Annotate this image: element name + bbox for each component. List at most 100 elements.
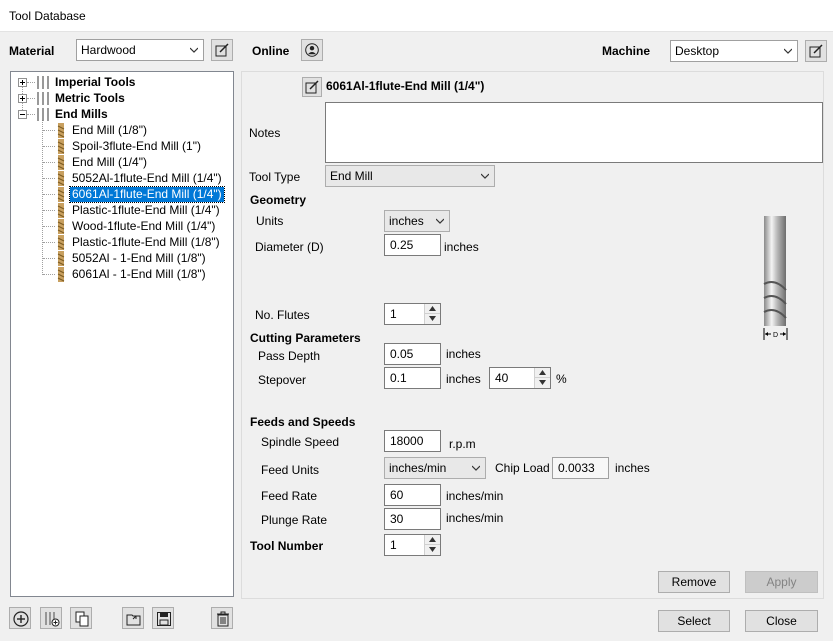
import-button[interactable] <box>122 607 144 629</box>
spin-down-button[interactable] <box>425 545 440 555</box>
tree-item-label: Plastic-1flute-End Mill (1/4") <box>72 203 220 217</box>
spindle-speed-input[interactable]: 18000 <box>384 430 441 452</box>
tree-item-label: Spoil-3flute-End Mill (1") <box>72 139 201 153</box>
tree-item-label: 6061Al - 1-End Mill (1/8") <box>72 267 206 281</box>
tree-connector <box>27 98 35 99</box>
end-mill-icon <box>57 219 65 234</box>
notes-label: Notes <box>249 126 281 140</box>
copy-tool-button[interactable] <box>70 607 92 629</box>
end-mill-icon <box>57 155 65 170</box>
spin-down-button[interactable] <box>425 314 440 324</box>
material-select[interactable]: Hardwood <box>76 39 204 61</box>
edit-icon <box>809 44 823 58</box>
add-tool-button[interactable] <box>9 607 31 629</box>
expand-icon[interactable] <box>18 94 27 103</box>
spin-up-button[interactable] <box>425 535 440 545</box>
machine-select[interactable]: Desktop <box>670 40 798 62</box>
spin-up-button[interactable] <box>425 304 440 314</box>
feed-rate-input[interactable]: 60 <box>384 484 441 506</box>
chevron-down-icon <box>190 47 198 53</box>
expand-icon[interactable] <box>18 78 27 87</box>
end-mill-diagram: D <box>763 216 788 340</box>
chip-load-value: 0.0033 <box>552 457 609 479</box>
diameter-input[interactable]: 0.25 <box>384 234 441 256</box>
spin-buttons <box>424 304 440 324</box>
end-mill-icon <box>57 139 65 154</box>
feed-units-select[interactable]: inches/min <box>384 457 486 479</box>
end-mill-icon <box>57 267 65 282</box>
add-icon <box>13 611 29 627</box>
edit-icon <box>215 43 229 57</box>
flutes-spinbox[interactable]: 1 <box>384 303 441 325</box>
plunge-rate-label: Plunge Rate <box>261 513 328 527</box>
delete-button[interactable] <box>211 607 233 629</box>
chevron-down-icon <box>429 547 436 552</box>
online-account-button[interactable] <box>301 39 323 61</box>
feed-rate-unit: inches/min <box>446 489 504 503</box>
collapse-icon[interactable] <box>18 110 27 119</box>
flutes-value: 1 <box>390 307 397 321</box>
add-group-icon <box>45 612 60 627</box>
window-title: Tool Database <box>9 9 86 23</box>
tree-connector <box>43 130 55 131</box>
tool-type-value: End Mill <box>330 169 373 183</box>
apply-button[interactable]: Apply <box>745 571 818 593</box>
end-mill-icon <box>57 251 65 266</box>
tree-connector <box>42 120 43 275</box>
edit-icon <box>305 80 319 94</box>
pass-depth-input[interactable]: 0.05 <box>384 343 441 365</box>
tree-connector <box>27 82 35 83</box>
tree-connector <box>43 146 55 147</box>
close-button[interactable]: Close <box>745 610 818 632</box>
tree-connector <box>43 274 55 275</box>
tool-number-spinbox[interactable]: 1 <box>384 534 441 556</box>
units-select[interactable]: inches <box>384 210 450 232</box>
chevron-down-icon <box>472 465 480 471</box>
edit-tool-name-button[interactable] <box>302 77 322 97</box>
tree-item-label: Wood-1flute-End Mill (1/4") <box>72 219 216 233</box>
stepover-percent-spinbox[interactable]: 40 <box>489 367 551 389</box>
plunge-rate-unit: inches/min <box>446 511 504 525</box>
add-group-button[interactable] <box>40 607 62 629</box>
tool-type-select[interactable]: End Mill <box>325 165 495 187</box>
title-bar: Tool Database <box>0 0 833 32</box>
diameter-unit: inches <box>444 240 479 254</box>
tool-type-label: Tool Type <box>249 170 301 184</box>
pass-depth-label: Pass Depth <box>258 349 321 363</box>
spin-up-button[interactable] <box>535 368 550 378</box>
tree-item-label: End Mill (1/4") <box>72 155 147 169</box>
edit-material-button[interactable] <box>211 39 233 61</box>
spindle-speed-label: Spindle Speed <box>261 435 340 449</box>
spin-buttons <box>424 535 440 555</box>
end-mill-icon <box>57 171 65 186</box>
tool-number-value: 1 <box>390 538 397 552</box>
notes-textarea[interactable] <box>325 102 823 163</box>
spin-down-button[interactable] <box>535 378 550 388</box>
copy-icon <box>75 611 89 627</box>
tree-connector <box>43 162 55 163</box>
percent-symbol: % <box>556 372 567 386</box>
edit-machine-button[interactable] <box>805 40 827 62</box>
tool-name: 6061Al-1flute-End Mill (1/4") <box>326 79 485 93</box>
stepover-input[interactable]: 0.1 <box>384 367 441 389</box>
stepover-percent-value: 40 <box>495 371 509 385</box>
end-mill-icon <box>57 123 65 138</box>
chevron-up-icon <box>429 306 436 311</box>
tree-connector <box>27 114 35 115</box>
chevron-down-icon <box>481 173 489 179</box>
spindle-speed-unit: r.p.m <box>449 437 476 451</box>
select-button[interactable]: Select <box>658 610 730 632</box>
plunge-rate-input[interactable]: 30 <box>384 508 441 530</box>
end-mill-icon <box>57 203 65 218</box>
user-icon <box>305 43 319 57</box>
tree-item-label: 5052Al - 1-End Mill (1/8") <box>72 251 206 265</box>
remove-button[interactable]: Remove <box>658 571 730 593</box>
stepover-unit: inches <box>446 372 481 386</box>
tree-item-label: 5052Al-1flute-End Mill (1/4") <box>72 171 222 185</box>
tree-item-label: 6061Al-1flute-End Mill (1/4") <box>69 186 225 203</box>
online-label: Online <box>252 44 290 58</box>
save-button[interactable] <box>152 607 174 629</box>
tree-connector <box>43 242 55 243</box>
tool-tree[interactable]: Imperial Tools Metric Tools End Mills En… <box>10 71 234 597</box>
tree-connector <box>43 226 55 227</box>
